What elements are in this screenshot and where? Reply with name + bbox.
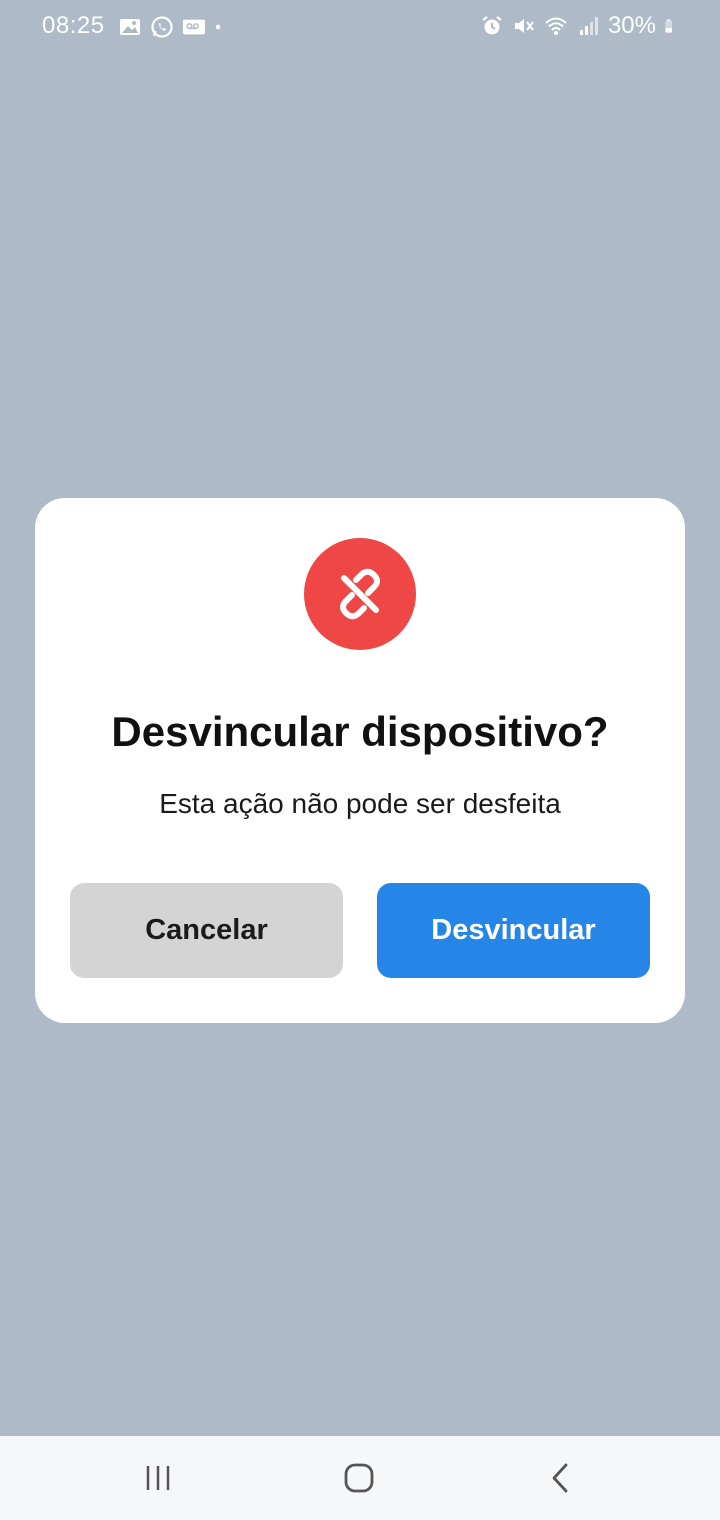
unlink-device-dialog: Desvincular dispositivo? Esta ação não p… <box>35 498 685 1023</box>
status-bar: 08:25 30% <box>0 0 720 56</box>
dialog-title: Desvincular dispositivo? <box>111 708 609 755</box>
back-button[interactable] <box>530 1456 590 1500</box>
back-icon <box>552 1463 568 1493</box>
status-notification-icons <box>118 14 228 40</box>
navigation-bar <box>0 1436 720 1520</box>
battery-percent: 30% <box>607 12 656 39</box>
mute-icon <box>514 19 534 33</box>
signal-icon <box>579 17 598 35</box>
dialog-subtitle: Esta ação não pode ser desfeita <box>159 788 561 819</box>
alarm-icon <box>482 16 502 35</box>
dot-icon <box>215 24 221 30</box>
recents-icon <box>146 1466 170 1490</box>
home-button[interactable] <box>329 1456 389 1500</box>
gallery-icon <box>120 19 140 35</box>
unlink-badge <box>304 538 416 650</box>
unlink-icon <box>340 568 380 620</box>
unlink-button[interactable]: Desvincular <box>377 883 650 978</box>
status-system-icons: 30% <box>480 12 680 40</box>
voicemail-icon <box>182 19 206 35</box>
home-icon <box>344 1463 374 1493</box>
status-time: 08:25 <box>42 12 105 39</box>
cancel-button[interactable]: Cancelar <box>70 883 343 978</box>
whatsapp-icon <box>151 16 173 38</box>
battery-icon <box>665 19 672 33</box>
wifi-icon <box>545 17 567 35</box>
recents-button[interactable] <box>128 1456 188 1500</box>
